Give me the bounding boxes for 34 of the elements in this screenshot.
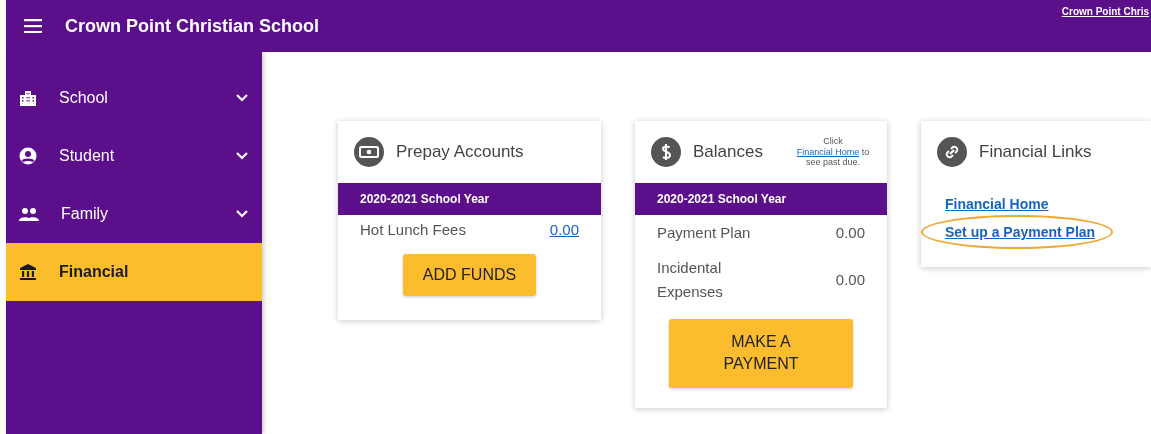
people-icon [19,207,39,221]
card-title: Financial Links [979,142,1093,162]
action-button[interactable]: ADD FUNDS [402,254,537,296]
past-due-note: Click Financial Home to see past due. [795,135,871,169]
fee-label: Payment Plan [657,223,752,243]
person-icon [19,147,37,165]
chevron-down-icon [236,94,248,102]
link-icon [937,137,967,167]
chevron-down-icon [236,210,248,218]
action-button[interactable]: MAKE A PAYMENT [669,318,853,388]
fee-label: Incidental Expenses [657,258,724,302]
banknote-icon [354,137,384,167]
school-year-band: 2020-2021 School Year [635,183,887,215]
fee-label: Hot Lunch Fees [360,221,466,238]
sidebar-item[interactable]: Student [6,127,262,185]
app-title: Crown Point Christian School [65,15,319,37]
bank-icon [19,263,37,281]
chevron-down-icon [236,152,248,160]
building-icon [19,89,37,107]
card-title: Prepay Accounts [396,142,525,162]
menu-icon[interactable] [24,19,42,33]
financial-home-link[interactable]: Financial Home [796,146,860,157]
amount-link[interactable]: 0.00 [549,221,579,238]
school-year-band: 2020-2021 School Year [338,183,601,215]
card-title: Balances [693,142,764,162]
sidebar-item[interactable]: Financial [6,243,262,301]
amount-value: 0.00 [835,271,865,288]
financial-link[interactable]: Set up a Payment Plan [945,224,1096,240]
financial-link[interactable]: Financial Home [945,196,1049,212]
account-link[interactable]: Crown Point Chris [1061,6,1149,17]
amount-value: 0.00 [835,224,865,242]
sidebar-item[interactable]: School [6,69,262,127]
dollar-icon [651,137,681,167]
sidebar-item[interactable]: Family [6,185,262,243]
